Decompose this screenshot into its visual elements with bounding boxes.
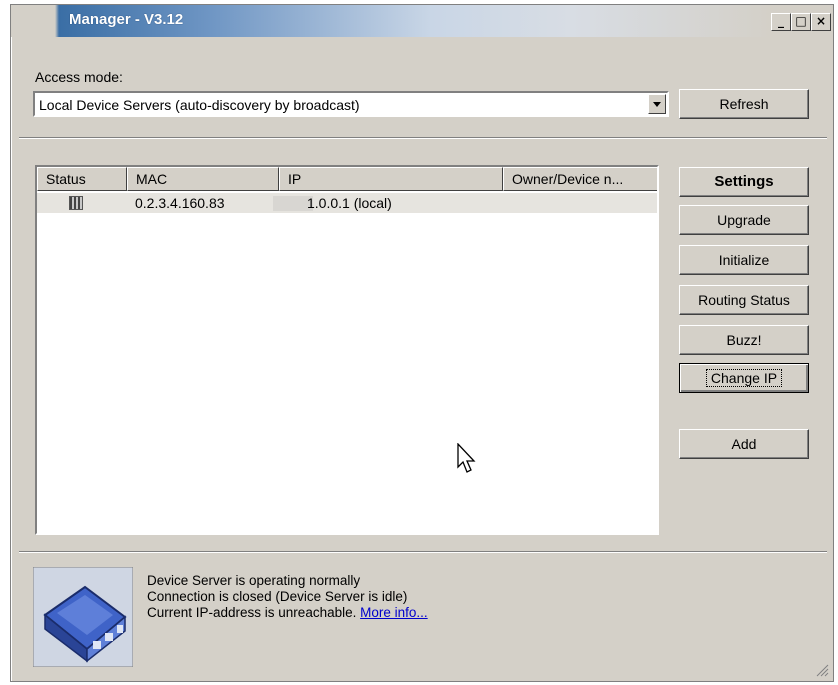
status-messages: Device Server is operating normally Conn… <box>147 573 428 621</box>
access-mode-value: Local Device Servers (auto-discovery by … <box>39 97 360 113</box>
row-ip: 1.0.0.1 (local) <box>307 195 392 211</box>
refresh-button[interactable]: Refresh <box>679 89 809 119</box>
device-status-icon <box>69 196 83 210</box>
add-button[interactable]: Add <box>679 429 809 459</box>
chevron-down-icon[interactable] <box>648 94 666 114</box>
more-info-link[interactable]: More info... <box>360 605 428 620</box>
device-list[interactable]: Status MAC IP Owner/Device n... 0.2.3.4.… <box>35 165 659 535</box>
device-list-header: Status MAC IP Owner/Device n... <box>37 167 657 191</box>
row-mac: 0.2.3.4.160.83 <box>135 195 225 211</box>
routing-status-button[interactable]: Routing Status <box>679 285 809 315</box>
initialize-button[interactable]: Initialize <box>679 245 809 275</box>
bottom-divider <box>19 551 827 553</box>
settings-button[interactable]: Settings <box>679 167 809 197</box>
change-ip-button[interactable]: Change IP <box>679 363 809 393</box>
top-divider <box>19 137 827 139</box>
status-line-ip: Current IP-address is unreachable. More … <box>147 605 428 621</box>
manager-window: Manager - V3.12 _ □ × Access mode: Local… <box>10 4 834 682</box>
resize-grip-icon[interactable] <box>815 663 829 677</box>
close-button[interactable]: × <box>811 13 831 31</box>
column-header-owner[interactable]: Owner/Device n... <box>503 167 657 191</box>
access-mode-label: Access mode: <box>35 69 123 85</box>
status-line-ip-text: Current IP-address is unreachable. <box>147 605 357 620</box>
minimize-button[interactable]: _ <box>771 13 791 31</box>
buzz-button[interactable]: Buzz! <box>679 325 809 355</box>
table-row[interactable]: 0.2.3.4.160.83 1.0.0.1 (local) <box>37 193 657 213</box>
column-header-ip[interactable]: IP <box>279 167 503 191</box>
column-header-mac[interactable]: MAC <box>127 167 279 191</box>
title-bar[interactable]: Manager - V3.12 _ □ × <box>11 5 833 37</box>
upgrade-button[interactable]: Upgrade <box>679 205 809 235</box>
maximize-button[interactable]: □ <box>791 13 811 31</box>
change-ip-label: Change IP <box>705 369 783 387</box>
device-server-icon <box>33 567 133 667</box>
status-line-operating: Device Server is operating normally <box>147 573 361 588</box>
window-title: Manager - V3.12 <box>69 11 184 28</box>
access-mode-select[interactable]: Local Device Servers (auto-discovery by … <box>33 91 669 117</box>
status-line-connection: Connection is closed (Device Server is i… <box>147 589 408 604</box>
mouse-pointer-icon <box>457 443 476 473</box>
column-header-status[interactable]: Status <box>37 167 127 191</box>
